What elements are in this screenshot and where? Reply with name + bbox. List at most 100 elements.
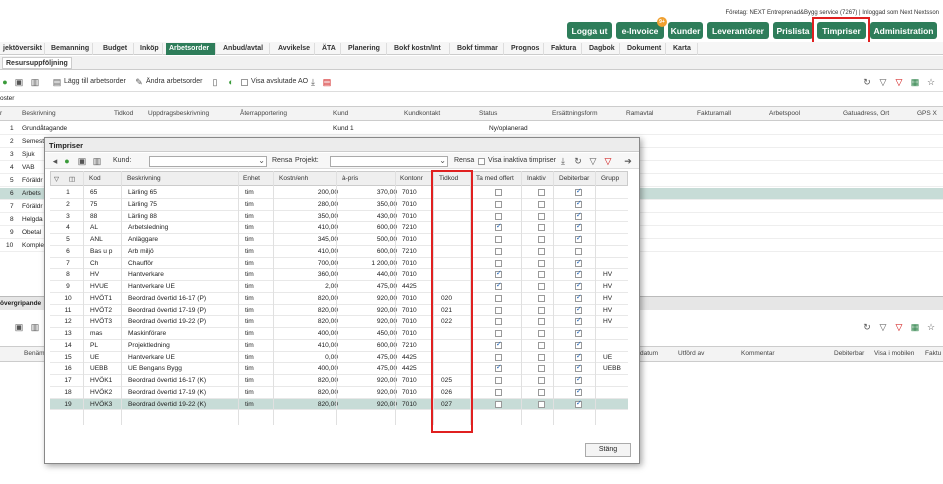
clear-filter-icon[interactable]: ▽ bbox=[894, 322, 904, 332]
col-header-debiterbar[interactable]: Debiterbar bbox=[559, 175, 589, 182]
inactive-checkbox[interactable] bbox=[538, 318, 545, 326]
col-header[interactable]: datum bbox=[640, 350, 658, 357]
project-select[interactable]: ⌄ bbox=[330, 156, 448, 167]
inactive-checkbox[interactable] bbox=[538, 377, 545, 384]
col-header[interactable]: Benäm bbox=[24, 350, 45, 357]
offert-checkbox[interactable] bbox=[495, 388, 502, 396]
expand-icon[interactable]: ➔ bbox=[623, 156, 633, 166]
inactive-checkbox[interactable] bbox=[538, 353, 545, 361]
col-header[interactable]: Tidkod bbox=[114, 110, 133, 117]
offert-checkbox[interactable] bbox=[495, 340, 502, 349]
tab-karta[interactable]: Karta bbox=[670, 43, 698, 55]
table-row[interactable]: 5 ANL Anläggare tim 345,00 500,00 7010 bbox=[50, 234, 628, 246]
table-row[interactable]: 6 Bas u p Arb miljö tim 410,00 600,00 7210 bbox=[50, 246, 628, 258]
billable-checkbox[interactable] bbox=[575, 387, 582, 396]
offert-checkbox[interactable] bbox=[495, 269, 502, 279]
save-icon[interactable]: ▣ bbox=[14, 322, 24, 332]
offert-checkbox[interactable] bbox=[495, 212, 502, 220]
tab-faktura[interactable]: Faktura bbox=[548, 43, 582, 55]
billable-checkbox[interactable] bbox=[575, 363, 582, 373]
table-row[interactable]: 14 PL Projektledning tim 410,00 600,00 7210 bbox=[50, 340, 628, 352]
table-row[interactable]: 15 UE Hantverkare UE tim 0,00 475,00 4425 UE bbox=[50, 352, 628, 364]
tab-inkop[interactable]: Inköp bbox=[137, 43, 163, 55]
inactive-checkbox[interactable] bbox=[538, 189, 545, 196]
col-header[interactable]: Kund bbox=[333, 110, 348, 117]
offert-checkbox[interactable] bbox=[495, 400, 502, 408]
col-header[interactable]: Visa i mobilen bbox=[874, 350, 914, 357]
inactive-checkbox[interactable] bbox=[538, 294, 545, 302]
inactive-checkbox[interactable] bbox=[538, 365, 545, 373]
tab-planering[interactable]: Planering bbox=[345, 43, 387, 55]
inactive-checkbox[interactable] bbox=[538, 259, 545, 267]
download-icon[interactable]: ⤓ bbox=[308, 77, 318, 87]
delete-icon[interactable]: ▥ bbox=[30, 322, 40, 332]
billable-checkbox[interactable] bbox=[575, 211, 582, 220]
offert-checkbox[interactable] bbox=[495, 363, 502, 373]
excel-icon[interactable]: ▦ bbox=[910, 77, 920, 87]
tab-budget[interactable]: Budget bbox=[100, 43, 134, 55]
refresh-icon[interactable]: ↻ bbox=[573, 156, 583, 166]
table-row[interactable]: 12 HVÖT3 Beordrad övertid 19-22 (P) tim 820,… bbox=[50, 316, 628, 328]
col-header-ta-med-offert[interactable]: Ta med offert bbox=[476, 175, 514, 182]
tab-avvikelse[interactable]: Avvikelse bbox=[275, 43, 315, 55]
billable-checkbox[interactable] bbox=[575, 328, 582, 337]
inactive-checkbox[interactable] bbox=[538, 224, 545, 232]
offert-checkbox[interactable] bbox=[495, 281, 502, 290]
filter-icon[interactable]: ▽ bbox=[878, 77, 888, 87]
billable-checkbox[interactable] bbox=[575, 234, 582, 243]
table-row[interactable]: 10 HVÖT1 Beordrad övertid 16-17 (P) tim 820,… bbox=[50, 293, 628, 305]
refresh-icon[interactable]: ↻ bbox=[862, 77, 872, 87]
download-icon[interactable]: ⤓ bbox=[558, 156, 568, 166]
offert-checkbox[interactable] bbox=[495, 247, 502, 255]
clear-filter-icon[interactable]: ▽ bbox=[894, 77, 904, 87]
inactive-checkbox[interactable] bbox=[538, 200, 545, 208]
tab-bokf-kostn[interactable]: Bokf kostn/Int bbox=[391, 43, 450, 55]
inactive-checkbox[interactable] bbox=[538, 306, 545, 314]
billable-checkbox[interactable] bbox=[575, 247, 582, 255]
table-row[interactable]: 4 AL Arbetsledning tim 410,00 600,00 7210 bbox=[50, 222, 628, 234]
clear-filter-icon[interactable]: ▽ bbox=[603, 156, 613, 166]
tab-resursuppfoljning[interactable]: Resursuppföljning bbox=[2, 57, 72, 69]
excel-icon[interactable]: ▦ bbox=[910, 322, 920, 332]
col-header-kostn[interactable]: Kostn/enh bbox=[279, 175, 308, 182]
table-row[interactable]: 16 UEBB UE Bengans Bygg tim 400,00 475,00 4425… bbox=[50, 363, 628, 375]
col-header[interactable]: Status bbox=[479, 110, 497, 117]
refresh-green-icon[interactable]: ◐ bbox=[226, 77, 236, 87]
inactive-checkbox[interactable] bbox=[538, 400, 545, 408]
col-header-kontonr[interactable]: Kontonr bbox=[400, 175, 423, 182]
inactive-checkbox[interactable] bbox=[538, 283, 545, 290]
clipboard-icon[interactable]: ▯ bbox=[210, 77, 220, 87]
tab-prognos[interactable]: Prognos bbox=[508, 43, 544, 55]
col-header[interactable]: Kundkontakt bbox=[404, 110, 440, 117]
offert-checkbox[interactable] bbox=[495, 377, 502, 384]
billable-checkbox[interactable] bbox=[575, 199, 582, 208]
col-header[interactable]: Faktu bbox=[925, 350, 941, 357]
filter-column-icon[interactable]: ▽ bbox=[54, 175, 59, 183]
col-header[interactable]: Beskrivning bbox=[22, 110, 56, 117]
filter-icon[interactable]: ▽ bbox=[878, 322, 888, 332]
col-header[interactable]: Återrapportering bbox=[240, 110, 287, 117]
clear-customer-button[interactable]: Rensa bbox=[272, 157, 292, 164]
offert-checkbox[interactable] bbox=[495, 330, 502, 337]
einvoice-button[interactable]: e-Invoice 9+ bbox=[616, 17, 667, 39]
table-row[interactable]: 11 HVÖT2 Beordrad övertid 17-19 (P) tim 820,… bbox=[50, 305, 628, 317]
offert-checkbox[interactable] bbox=[495, 189, 502, 196]
inactive-checkbox[interactable] bbox=[538, 388, 545, 396]
table-row[interactable]: 17 HVÖK1 Beordrad övertid 16-17 (K) tim 820,… bbox=[50, 375, 628, 387]
logout-button[interactable]: Logga ut bbox=[567, 22, 612, 39]
offert-checkbox[interactable] bbox=[495, 236, 502, 243]
delete-icon[interactable]: ▥ bbox=[92, 156, 102, 166]
select-column-icon[interactable]: ◫ bbox=[69, 175, 75, 183]
offert-checkbox[interactable] bbox=[495, 200, 502, 208]
billable-checkbox[interactable] bbox=[575, 293, 582, 302]
tab-ata[interactable]: ÄTA bbox=[319, 43, 341, 55]
inactive-checkbox[interactable] bbox=[538, 247, 545, 255]
col-header[interactable]: Kommentar bbox=[741, 350, 775, 357]
tab-dagbok[interactable]: Dagbok bbox=[586, 43, 620, 55]
refresh-icon[interactable]: ↻ bbox=[862, 322, 872, 332]
table-row[interactable]: 19 HVÖK3 Beordrad övertid 19-22 (K) tim 820,… bbox=[50, 398, 628, 411]
add-workorder-button[interactable]: Lägg till arbetsorder bbox=[64, 78, 126, 85]
table-row[interactable]: 9 HVUE Hantverkare UE tim 2,00 475,00 4425 HV bbox=[50, 281, 628, 293]
inactive-checkbox[interactable] bbox=[538, 236, 545, 243]
col-header[interactable]: Ramavtal bbox=[626, 110, 653, 117]
